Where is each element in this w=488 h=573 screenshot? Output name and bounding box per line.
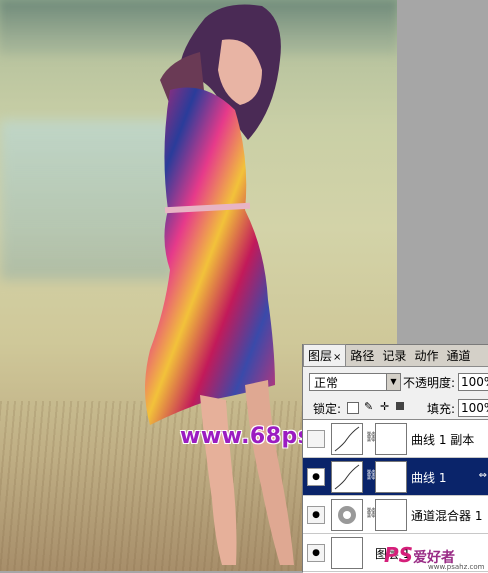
opacity-label: 不透明度: — [403, 376, 456, 390]
layer-mask-thumbnail[interactable] — [375, 499, 407, 531]
channel-mixer-icon — [331, 499, 363, 531]
lock-all-icon[interactable] — [396, 402, 404, 410]
fx-icon: ⇔ — [478, 470, 487, 481]
layer-thumbnail — [331, 537, 363, 569]
layer-row-curves[interactable]: ● ⛓ 曲线 1 ⇔ — [303, 458, 488, 496]
tab-paths[interactable]: 路径 — [346, 345, 378, 366]
close-icon[interactable]: × — [333, 352, 341, 363]
curves-adjustment-icon — [331, 461, 363, 493]
lock-label: 锁定: — [313, 402, 342, 416]
logo-url: www.psahz.com — [428, 563, 485, 571]
layer-name: 曲线 1 — [411, 471, 447, 485]
eye-icon[interactable]: ● — [307, 506, 325, 524]
layer-mask-thumbnail[interactable] — [375, 461, 407, 493]
lock-pixels-icon[interactable]: ✎ — [364, 401, 374, 412]
visibility-toggle[interactable] — [307, 430, 325, 448]
blend-mode-value: 正常 — [314, 376, 339, 390]
tab-actions[interactable]: 动作 — [410, 345, 442, 366]
tab-layers[interactable]: 图层× — [303, 344, 347, 366]
eye-icon[interactable]: ● — [307, 544, 325, 562]
layers-panel: 图层× 路径 记录 动作 通道 正常 ▼ 不透明度: 100% 锁定: ✎ ✛ … — [302, 344, 488, 573]
panel-tabs: 图层× 路径 记录 动作 通道 — [303, 344, 488, 367]
opacity-field[interactable]: 100% — [458, 373, 488, 391]
layer-row-channel-mixer[interactable]: ● ⛓ 通道混合器 1 — [303, 496, 488, 534]
fill-field[interactable]: 100% — [458, 399, 488, 417]
eye-icon[interactable]: ● — [307, 468, 325, 486]
logo-mark: PS — [384, 543, 414, 567]
layer-row-curves-copy[interactable]: ⛓ 曲线 1 副本 — [303, 420, 488, 458]
layer-mask-thumbnail[interactable] — [375, 423, 407, 455]
blend-mode-select[interactable]: 正常 ▼ — [309, 373, 401, 391]
tab-layers-label: 图层 — [308, 349, 333, 363]
curves-adjustment-icon — [331, 423, 363, 455]
tab-channels[interactable]: 通道 — [442, 345, 474, 366]
layer-name: 通道混合器 1 — [411, 509, 483, 523]
chevron-down-icon[interactable]: ▼ — [386, 374, 400, 390]
fill-label: 填充: — [427, 402, 456, 416]
layer-name: 曲线 1 副本 — [411, 433, 475, 447]
lock-transparent-icon[interactable] — [347, 402, 359, 414]
lock-position-icon[interactable]: ✛ — [380, 401, 390, 412]
tab-history[interactable]: 记录 — [378, 345, 410, 366]
